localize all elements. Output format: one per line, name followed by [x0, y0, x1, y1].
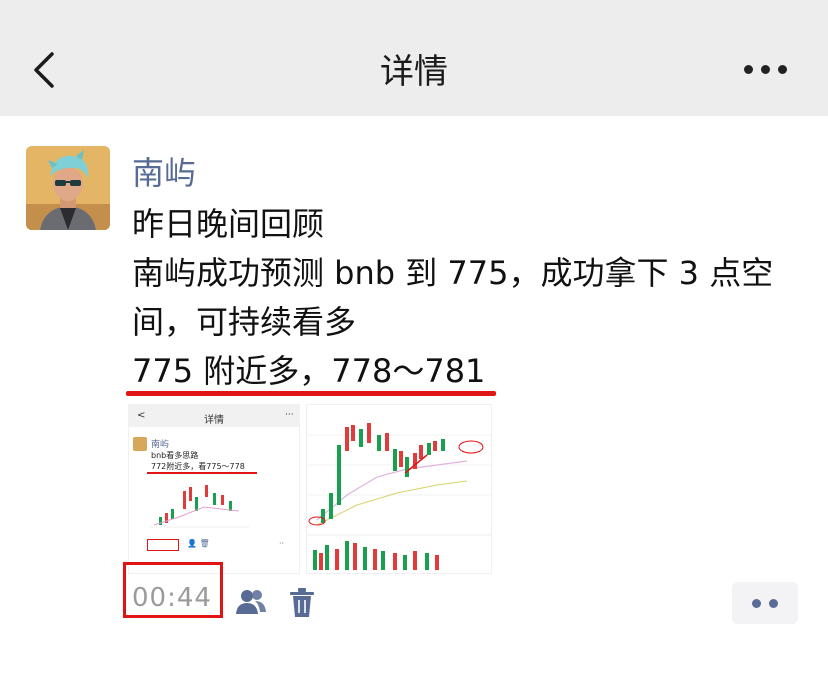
post-timestamp: 00:44 [132, 583, 212, 613]
mini-title: 详情 [204, 415, 224, 426]
mini-line1: bnb看多思路 [151, 451, 199, 460]
red-underline [126, 391, 496, 396]
post-line: 昨日晚间回顾 [132, 205, 325, 243]
attached-image-previous-post[interactable]: < 详情 ··· 南屿 bnb看多思路 772附近多，看775～778 👤 🗑 … [128, 404, 300, 574]
trash-icon[interactable] [288, 588, 316, 618]
page-title: 详情 [380, 52, 448, 92]
attached-image-price-chart[interactable] [306, 404, 492, 574]
post-line: 南屿成功预测 bnb 到 775，成功拿下 3 点空 [132, 254, 774, 292]
author-name[interactable]: 南屿 [132, 148, 196, 194]
avatar[interactable] [26, 146, 110, 230]
comment-menu-button[interactable] [732, 582, 798, 624]
post-line: 775 附近多，778～781 [132, 352, 486, 390]
more-options-icon[interactable] [744, 62, 788, 76]
navigation-bar: 详情 [0, 0, 828, 116]
post-text: 昨日晚间回顾 南屿成功预测 bnb 到 775，成功拿下 3 点空 间，可持续看… [132, 200, 812, 396]
mini-author: 南屿 [151, 440, 170, 450]
mini-line2: 772附近多，看775～778 [151, 462, 245, 471]
post-line: 间，可持续看多 [132, 303, 357, 341]
people-icon[interactable] [234, 588, 268, 616]
